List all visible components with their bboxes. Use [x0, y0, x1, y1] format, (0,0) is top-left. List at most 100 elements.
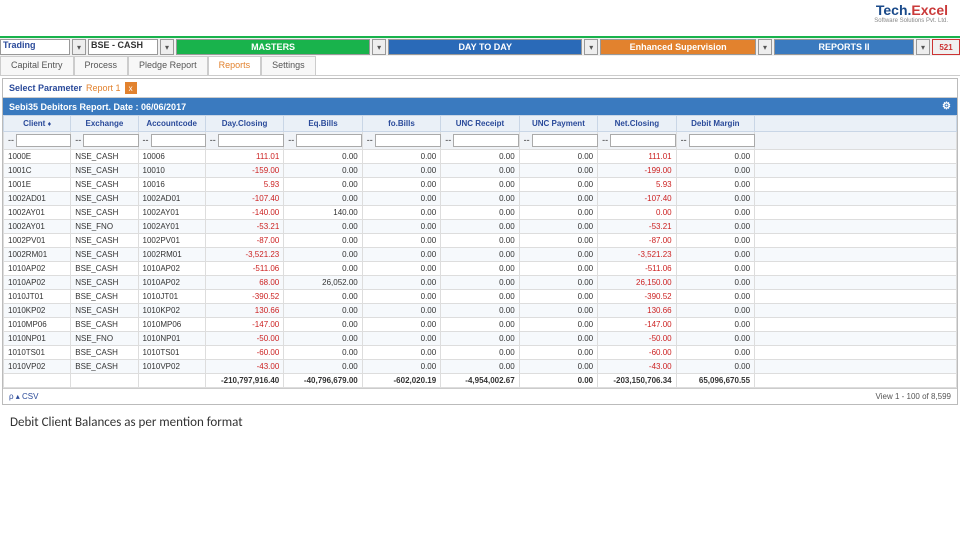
col-fobills[interactable]: fo.Bills: [362, 116, 440, 132]
cell-debitmargin: 0.00: [676, 164, 754, 178]
cell-spacer: [755, 318, 957, 332]
cell-client: 1010TS01: [4, 346, 71, 360]
cell-debitmargin: 0.00: [676, 262, 754, 276]
sort-icon[interactable]: ♦: [48, 121, 52, 128]
cell-spacer: [755, 220, 957, 234]
reports-menu[interactable]: REPORTS II: [774, 39, 914, 55]
col-netclosing[interactable]: Net.Closing: [598, 116, 676, 132]
filter-uncreceipt[interactable]: [453, 134, 519, 147]
cell-uncpayment: 0.00: [519, 164, 597, 178]
table-row[interactable]: 1002AY01NSE_FNO1002AY01-53.210.000.000.0…: [4, 220, 957, 234]
cell-exchange: NSE_CASH: [71, 304, 138, 318]
cell-dayclosing: -3,521.23: [205, 248, 283, 262]
chevron-down-icon[interactable]: ▾: [160, 39, 174, 55]
total-uncpayment: 0.00: [519, 374, 597, 388]
col-uncpayment[interactable]: UNC Payment: [519, 116, 597, 132]
cell-fobills: 0.00: [362, 164, 440, 178]
cell-fobills: 0.00: [362, 332, 440, 346]
table-row[interactable]: 1010VP02BSE_CASH1010VP02-43.000.000.000.…: [4, 360, 957, 374]
table-row[interactable]: 1010AP02BSE_CASH1010AP02-511.060.000.000…: [4, 262, 957, 276]
cell-exchange: NSE_CASH: [71, 276, 138, 290]
cell-dayclosing: 111.01: [205, 150, 283, 164]
chevron-down-icon[interactable]: ▾: [916, 39, 930, 55]
cell-client: 1010VP02: [4, 360, 71, 374]
col-eqbills[interactable]: Eq.Bills: [284, 116, 362, 132]
table-row[interactable]: 1002PV01NSE_CASH1002PV01-87.000.000.000.…: [4, 234, 957, 248]
table-row[interactable]: 1002AY01NSE_CASH1002AY01-140.00140.000.0…: [4, 206, 957, 220]
filter-account[interactable]: [151, 134, 206, 147]
tab-process[interactable]: Process: [74, 56, 129, 75]
cell-account: 1010AP02: [138, 262, 205, 276]
cell-fobills: 0.00: [362, 262, 440, 276]
cell-uncpayment: 0.00: [519, 276, 597, 290]
cell-uncpayment: 0.00: [519, 262, 597, 276]
export-csv[interactable]: ρ ▴ CSV: [9, 392, 38, 401]
chevron-down-icon[interactable]: ▾: [72, 39, 86, 55]
cell-fobills: 0.00: [362, 220, 440, 234]
table-row[interactable]: 1000ENSE_CASH10006111.010.000.000.000.00…: [4, 150, 957, 164]
table-row[interactable]: 1001ENSE_CASH100165.930.000.000.000.005.…: [4, 178, 957, 192]
table-row[interactable]: 1002RM01NSE_CASH1002RM01-3,521.230.000.0…: [4, 248, 957, 262]
col-account[interactable]: Accountcode: [138, 116, 205, 132]
filter-eqbills[interactable]: [296, 134, 362, 147]
cell-account: 1010JT01: [138, 290, 205, 304]
cell-exchange: NSE_CASH: [71, 178, 138, 192]
table-row[interactable]: 1002AD01NSE_CASH1002AD01-107.400.000.000…: [4, 192, 957, 206]
filter-debitmargin[interactable]: [689, 134, 755, 147]
cell-debitmargin: 0.00: [676, 234, 754, 248]
filter-uncpayment[interactable]: [532, 134, 598, 147]
cell-netclosing: 111.01: [598, 150, 676, 164]
table-row[interactable]: 1001CNSE_CASH10010-159.000.000.000.000.0…: [4, 164, 957, 178]
brand-logo: Tech.Excel: [876, 2, 948, 18]
filter-dayclosing[interactable]: [218, 134, 284, 147]
tab-settings[interactable]: Settings: [261, 56, 316, 75]
chevron-down-icon[interactable]: ▾: [372, 39, 386, 55]
masters-menu[interactable]: MASTERS: [176, 39, 370, 55]
cell-fobills: 0.00: [362, 178, 440, 192]
tab-pledge-report[interactable]: Pledge Report: [128, 56, 208, 75]
table-row[interactable]: 1010KP02NSE_CASH1010KP02130.660.000.000.…: [4, 304, 957, 318]
chevron-down-icon[interactable]: ▾: [758, 39, 772, 55]
cell-debitmargin: 0.00: [676, 276, 754, 290]
table-row[interactable]: 1010JT01BSE_CASH1010JT01-390.520.000.000…: [4, 290, 957, 304]
report-title: Sebi35 Debitors Report. Date : 06/06/201…: [9, 102, 186, 112]
col-uncreceipt[interactable]: UNC Receipt: [441, 116, 519, 132]
col-debitmargin[interactable]: Debit Margin: [676, 116, 754, 132]
cell-netclosing: 5.93: [598, 178, 676, 192]
param-value[interactable]: Report 1: [86, 83, 121, 93]
trading-select[interactable]: Trading: [0, 39, 70, 55]
filter-netclosing[interactable]: [610, 134, 676, 147]
table-row[interactable]: 1010TS01BSE_CASH1010TS01-60.000.000.000.…: [4, 346, 957, 360]
daytoday-menu[interactable]: DAY TO DAY: [388, 39, 582, 55]
cell-debitmargin: 0.00: [676, 206, 754, 220]
col-client[interactable]: Client ♦: [4, 116, 71, 132]
cell-spacer: [755, 164, 957, 178]
cell-uncpayment: 0.00: [519, 290, 597, 304]
table-row[interactable]: 1010AP02NSE_CASH1010AP0268.0026,052.000.…: [4, 276, 957, 290]
cell-eqbills: 0.00: [284, 304, 362, 318]
chevron-down-icon[interactable]: ▾: [584, 39, 598, 55]
cell-uncpayment: 0.00: [519, 150, 597, 164]
gear-icon[interactable]: ⚙: [942, 101, 951, 112]
col-exchange[interactable]: Exchange: [71, 116, 138, 132]
col-dayclosing[interactable]: Day.Closing: [205, 116, 283, 132]
cell-eqbills: 0.00: [284, 332, 362, 346]
filter-exchange[interactable]: [83, 134, 138, 147]
cell-dayclosing: 5.93: [205, 178, 283, 192]
exchange-select[interactable]: BSE - CASH: [88, 39, 158, 55]
close-icon[interactable]: x: [125, 82, 137, 94]
filter-row: -- -- -- -- -- -- -- -- -- --: [4, 132, 957, 150]
filter-client[interactable]: [16, 134, 71, 147]
cell-netclosing: -43.00: [598, 360, 676, 374]
table-row[interactable]: 1010MP06BSE_CASH1010MP06-147.000.000.000…: [4, 318, 957, 332]
cell-debitmargin: 0.00: [676, 332, 754, 346]
enhanced-menu[interactable]: Enhanced Supervision: [600, 39, 756, 55]
filter-fobills[interactable]: [375, 134, 441, 147]
tab-reports[interactable]: Reports: [208, 56, 262, 75]
cell-uncpayment: 0.00: [519, 206, 597, 220]
tab-capital-entry[interactable]: Capital Entry: [0, 56, 74, 75]
cell-spacer: [755, 346, 957, 360]
cell-fobills: 0.00: [362, 276, 440, 290]
cell-debitmargin: 0.00: [676, 318, 754, 332]
table-row[interactable]: 1010NP01NSE_FNO1010NP01-50.000.000.000.0…: [4, 332, 957, 346]
